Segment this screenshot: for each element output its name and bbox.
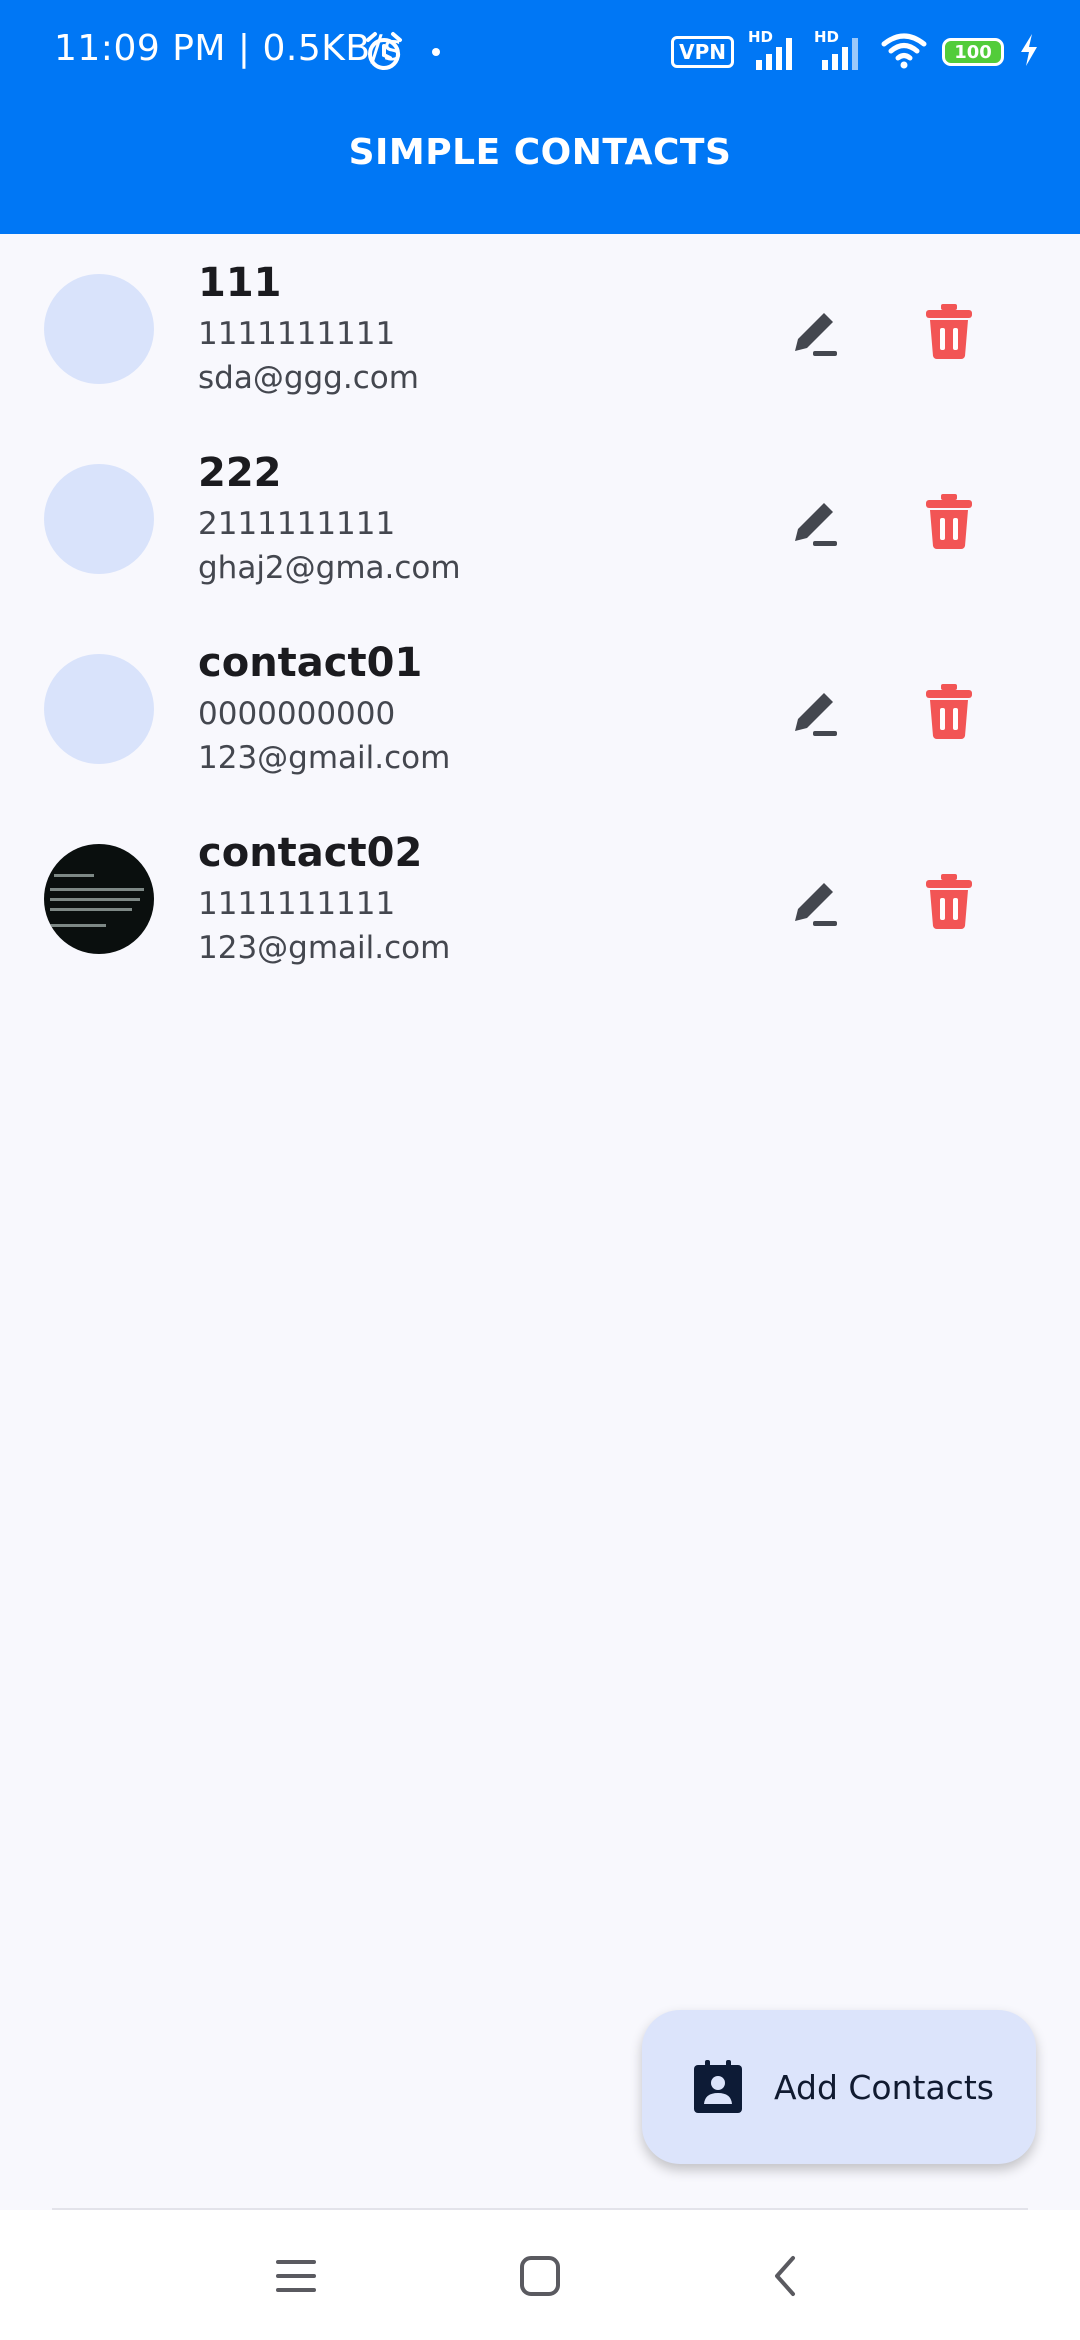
contact-email: 123@gmail.com [198, 740, 451, 776]
charging-icon [1018, 32, 1040, 72]
pencil-icon [795, 313, 837, 356]
delete-button[interactable] [918, 870, 980, 932]
battery-level: 100 [954, 41, 992, 63]
edit-button[interactable] [784, 872, 846, 934]
pencil-icon [795, 883, 837, 926]
home-button[interactable] [510, 2246, 570, 2306]
back-button[interactable] [754, 2246, 814, 2306]
contacts-screen: 11:09 PM | 0.5KB/s VPN HD HD 100 SIMPLE … [0, 0, 1080, 2340]
trash-icon [926, 304, 972, 359]
contact-email: sda@ggg.com [198, 360, 419, 396]
status-time: 11:09 PM | 0.5KB/s [54, 28, 403, 69]
delete-button[interactable] [918, 680, 980, 742]
contact-phone: 1111111111 [198, 316, 396, 352]
contact-item[interactable]: 222 2111111111 ghaj2@gma.com [0, 424, 1080, 614]
delete-button[interactable] [918, 300, 980, 362]
avatar-photo [44, 844, 154, 954]
contact-name: 111 [198, 260, 282, 306]
edit-button[interactable] [784, 302, 846, 364]
pencil-icon [795, 693, 837, 736]
add-contacts-button[interactable]: Add Contacts [642, 2010, 1036, 2164]
contact-name: contact01 [198, 640, 423, 686]
edit-button[interactable] [784, 492, 846, 554]
contact-item[interactable]: contact01 0000000000 123@gmail.com [0, 614, 1080, 804]
avatar [44, 654, 154, 764]
contact-item[interactable]: 111 1111111111 sda@ggg.com [0, 234, 1080, 424]
trash-icon [926, 494, 972, 549]
menu-button[interactable] [266, 2246, 326, 2306]
app-bar: 11:09 PM | 0.5KB/s VPN HD HD 100 SIMPLE … [0, 0, 1080, 234]
wifi-icon [880, 30, 928, 74]
alarm-icon [362, 30, 406, 78]
status-icons: VPN HD HD 100 [671, 28, 1040, 74]
home-icon [520, 2256, 560, 2296]
menu-icon [276, 2260, 316, 2292]
signal-icon: HD [748, 28, 800, 72]
avatar [44, 464, 154, 574]
contact-book-icon [694, 2060, 742, 2113]
battery-icon: 100 [942, 38, 1004, 66]
add-contacts-label: Add Contacts [774, 2067, 994, 2107]
trash-icon [926, 684, 972, 739]
page-title: SIMPLE CONTACTS [348, 132, 732, 173]
contact-phone: 2111111111 [198, 506, 396, 542]
contact-phone: 1111111111 [198, 886, 396, 922]
contact-name: 222 [198, 450, 282, 496]
pencil-icon [795, 503, 837, 546]
signal-icon: HD [814, 28, 866, 72]
system-nav-bar [0, 2210, 1080, 2340]
contact-name: contact02 [198, 830, 423, 876]
contact-list: 111 1111111111 sda@ggg.com 222 211111111… [0, 234, 1080, 994]
contact-email: ghaj2@gma.com [198, 550, 461, 586]
vpn-icon: VPN [671, 36, 734, 68]
avatar [44, 274, 154, 384]
contact-phone: 0000000000 [198, 696, 396, 732]
trash-icon [926, 874, 972, 929]
edit-button[interactable] [784, 682, 846, 744]
contact-email: 123@gmail.com [198, 930, 451, 966]
contact-item[interactable]: contact02 1111111111 123@gmail.com [0, 804, 1080, 994]
notification-dot [432, 48, 440, 56]
back-icon [775, 2256, 795, 2296]
delete-button[interactable] [918, 490, 980, 552]
